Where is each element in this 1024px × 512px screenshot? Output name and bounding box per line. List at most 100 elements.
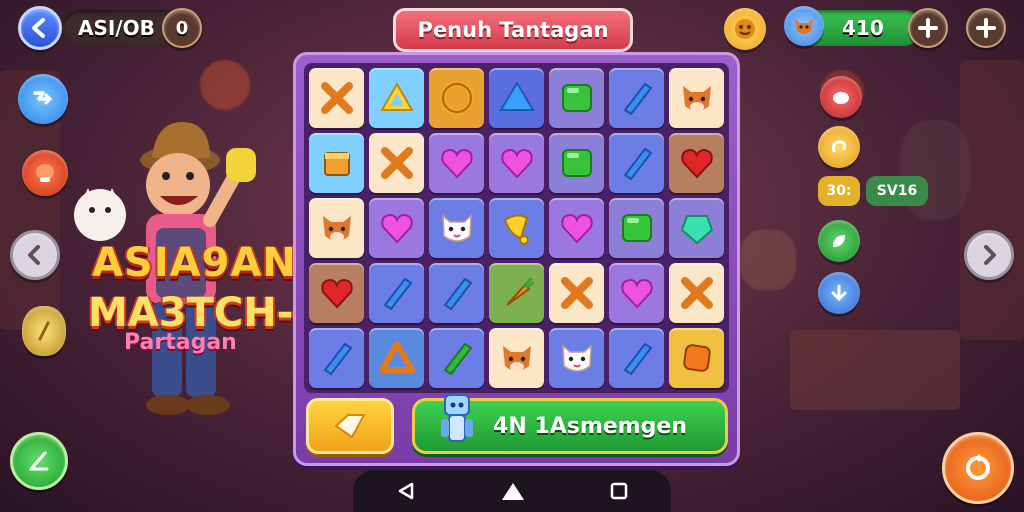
page-title: Penuh Tantagan [417,18,609,42]
nav-recents-icon[interactable] [609,481,629,501]
add-coins-button[interactable] [966,8,1006,48]
tile-box-orange[interactable] [309,133,364,193]
coin-icon [38,321,50,341]
triangle-yellow-icon [379,81,414,111]
tile-cat-face[interactable] [429,198,484,258]
leaf-icon [833,235,845,247]
robot-icon [441,394,473,442]
heart-red-icon [680,148,713,179]
plus-icon [976,18,996,38]
cube-green-icon [561,149,592,177]
heart-pink-icon [620,278,653,309]
tile-heart-red[interactable] [669,133,724,193]
cat-face-icon [441,214,472,242]
tile-gem-teal[interactable] [669,198,724,258]
timer-chip: 30: [818,176,860,206]
bird-icon [833,92,849,104]
tile-cube-green[interactable] [609,198,664,258]
tile-heart-pink[interactable] [489,133,544,193]
tile-heart-pink[interactable] [429,133,484,193]
coin-icon [724,8,766,50]
shuffle-icon [33,91,53,105]
tile-fox-face[interactable] [489,328,544,388]
bar-blue-icon [383,277,412,311]
cross-orange-icon [560,277,593,309]
right-booster-green[interactable] [818,220,860,262]
hint-button[interactable] [306,398,394,454]
triangle-orange-icon [378,341,415,373]
tile-bar-blue[interactable] [369,263,424,323]
counter-badge: 0 [162,8,202,48]
edit-button[interactable] [10,432,68,490]
tile-triangle-yellow[interactable] [369,68,424,128]
background-lantern [200,60,250,110]
system-navigation-bar [353,470,671,512]
tile-cat-face[interactable] [549,328,604,388]
tile-cube-green[interactable] [549,68,604,128]
horn-yellow-icon [503,214,529,245]
tile-grid [304,63,729,393]
tile-ring-orange[interactable] [429,68,484,128]
refresh-button[interactable] [942,432,1014,504]
tile-triangle-blue[interactable] [489,68,544,128]
fox-avatar-icon [784,6,824,46]
bar-green-icon [443,342,472,376]
tile-cube-green[interactable] [549,133,604,193]
heart-red-icon [320,278,353,309]
tile-heart-pink[interactable] [549,198,604,258]
heart-pink-icon [440,148,473,179]
diamond-hint-icon [334,414,366,439]
chevron-right-icon [984,245,996,265]
next-page-button[interactable] [964,230,1014,280]
tile-heart-pink[interactable] [609,263,664,323]
tile-bar-blue[interactable] [309,328,364,388]
add-score-button[interactable] [908,8,948,48]
background-cat-figure [740,230,796,290]
tile-bar-blue[interactable] [429,263,484,323]
bar-blue-icon [323,342,352,376]
tile-cross-orange[interactable] [369,133,424,193]
tile-cross-orange[interactable] [549,263,604,323]
tile-bar-green[interactable] [429,328,484,388]
gem-teal-icon [680,215,713,245]
previous-page-button[interactable] [10,230,60,280]
fox-face-icon [322,216,351,242]
right-booster-blue[interactable] [818,272,860,314]
tile-cross-orange[interactable] [309,68,364,128]
nav-back-icon[interactable] [395,480,417,502]
box-orange-icon [323,152,350,176]
tile-bar-blue[interactable] [609,68,664,128]
background-table [790,330,960,410]
tile-cross-orange[interactable] [669,263,724,323]
right-booster-yellow[interactable] [818,126,860,168]
level-label: ASI/OB [78,16,155,40]
tile-bar-blue[interactable] [609,328,664,388]
swirl-icon [832,140,846,153]
cross-orange-icon [680,277,713,309]
tile-fox-face[interactable] [309,198,364,258]
tile-heart-red[interactable] [309,263,364,323]
triangle-blue-icon [498,81,535,111]
back-button[interactable] [18,6,62,50]
tile-fox-face[interactable] [669,68,724,128]
game-screen: ASI/OB 0 Penuh Tantagan 410 ASIA9AN MA3T… [0,0,1024,512]
heart-pink-icon [560,213,593,244]
cube-green-icon [561,84,592,112]
boxing-glove-icon [36,164,54,182]
refresh-icon [966,454,990,480]
play-action-label: 4N 1Asmemgen [493,413,687,439]
challenge-title-banner: Penuh Tantagan [393,8,633,52]
cube-green-icon [621,214,652,242]
plus-icon [918,18,938,38]
heart-pink-icon [500,148,533,179]
tile-horn-yellow[interactable] [489,198,544,258]
tile-gem-orange[interactable] [669,328,724,388]
tile-carrot-orange[interactable] [489,263,544,323]
nav-home-icon[interactable] [500,480,526,502]
play-action-button[interactable]: 4N 1Asmemgen [412,394,728,454]
tile-bar-blue[interactable] [609,133,664,193]
tile-triangle-orange[interactable] [369,328,424,388]
right-booster-red[interactable] [820,76,862,118]
tile-heart-pink[interactable] [369,198,424,258]
gem-orange-icon [682,344,711,372]
